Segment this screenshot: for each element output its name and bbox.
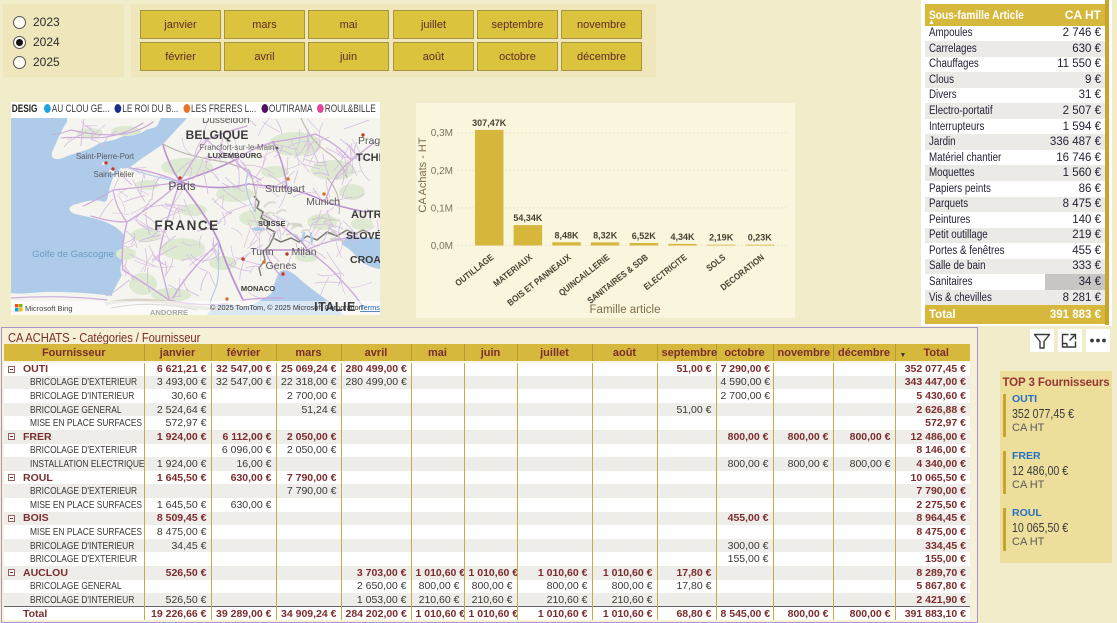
svg-text:Munich: Munich [306,196,340,208]
svg-text:Paris: Paris [168,179,195,193]
svg-text:FRANCE: FRANCE [154,218,219,233]
svg-text:Terms: Terms [360,303,380,312]
svg-text:54,34K: 54,34K [513,213,543,223]
svg-text:Milan: Milan [291,246,316,258]
svg-text:307,47K: 307,47K [472,118,507,128]
svg-text:BOIS ET PANNEAUX: BOIS ET PANNEAUX [505,252,573,308]
svg-text:Stuttgart: Stuttgart [265,183,305,195]
svg-text:TCHÉ: TCHÉ [356,151,380,164]
svg-text:CA Achats - HT: CA Achats - HT [417,137,429,212]
svg-text:0,23K: 0,23K [748,233,773,243]
svg-text:CROATI: CROATI [350,254,380,266]
svg-text:Saint-Helier: Saint-Helier [94,170,135,179]
svg-text:0,1M: 0,1M [431,203,453,214]
svg-text:ELECTRICITE: ELECTRICITE [641,252,689,293]
svg-text:0,0M: 0,0M [431,241,453,252]
svg-text:Pragu: Pragu [358,135,380,147]
svg-text:Microsoft Bing: Microsoft Bing [25,304,73,313]
svg-text:4,34K: 4,34K [670,232,695,242]
svg-text:0,3M: 0,3M [431,128,453,139]
svg-text:Düsseldorf: Düsseldorf [202,118,250,126]
svg-text:Genes: Genes [266,260,297,272]
svg-text:AUTRICH: AUTRICH [351,209,380,221]
svg-text:8,32K: 8,32K [593,230,618,240]
svg-text:MONACO: MONACO [241,284,275,293]
svg-text:SLOVÉN: SLOVÉN [346,229,380,242]
svg-text:SOLS: SOLS [704,252,728,274]
svg-text:Golfe de Gascogne: Golfe de Gascogne [32,249,114,260]
svg-text:Famille article: Famille article [590,304,661,316]
svg-text:Turin: Turin [250,246,274,258]
svg-text:Saint-Pierre-Port: Saint-Pierre-Port [76,152,135,161]
svg-text:© 2025 TomTom, © 2025 Microsof: © 2025 TomTom, © 2025 Microsoft Corporat… [210,303,363,312]
svg-text:SUISSE: SUISSE [258,219,286,228]
svg-text:8,48K: 8,48K [554,230,579,240]
svg-text:LUXEMBOURG: LUXEMBOURG [208,151,262,160]
svg-text:OUTILLAGE: OUTILLAGE [453,252,496,289]
svg-text:2,19K: 2,19K [709,233,734,243]
svg-text:0,2M: 0,2M [431,166,453,177]
svg-text:6,52K: 6,52K [632,231,657,241]
svg-text:BELGIQUE: BELGIQUE [186,128,249,142]
